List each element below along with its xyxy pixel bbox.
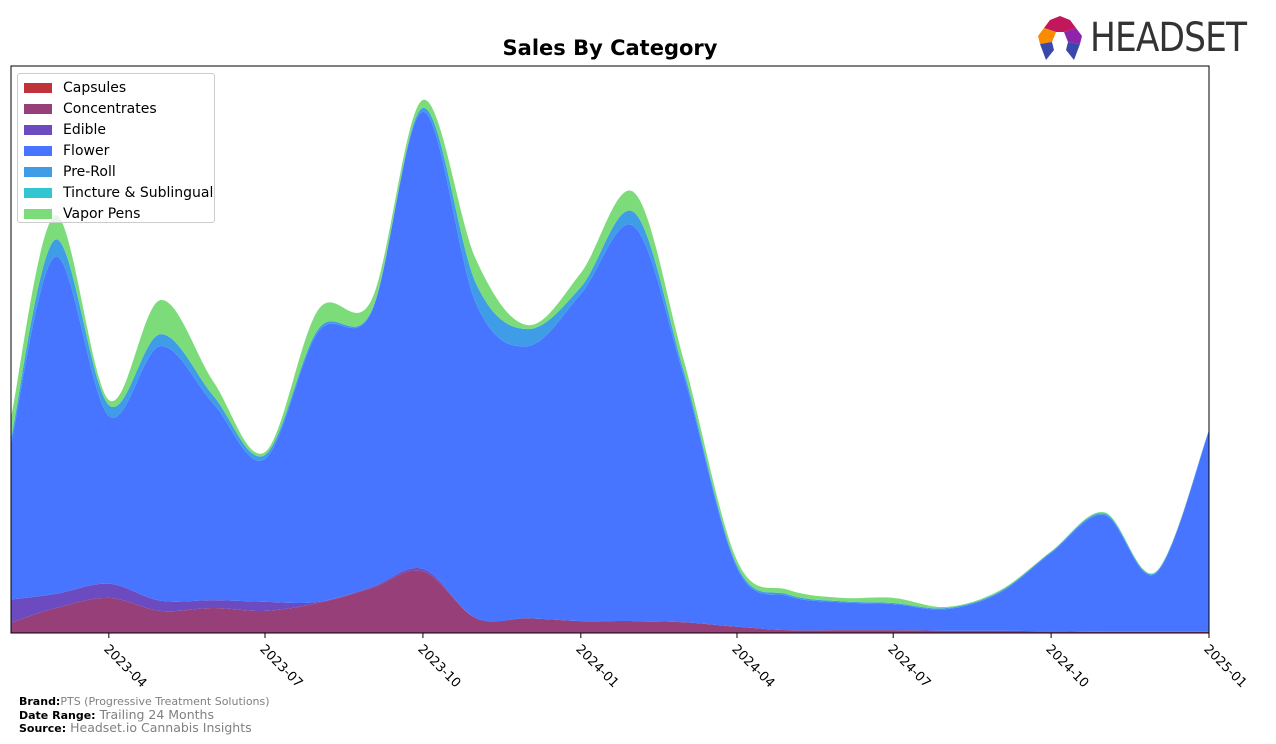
legend-label: Flower [63,142,110,159]
x-axis-ticks [108,633,1210,638]
legend-item: Edible [18,119,214,140]
legend-label: Concentrates [63,100,157,117]
legend-swatch [24,103,52,114]
legend-label: Edible [63,121,107,138]
legend-item: Capsules [18,77,214,98]
legend-item: Tincture & Sublingual [18,182,214,203]
legend-swatch [24,124,52,135]
legend-swatch [24,208,52,219]
legend-label: Tincture & Sublingual [63,184,214,201]
legend-label: Capsules [63,79,127,96]
footer-source-value: Headset.io Cannabis Insights [70,720,252,735]
footer-source: Source: Headset.io Cannabis Insights [19,720,252,735]
legend-label: Pre-Roll [63,163,116,180]
legend-label: Vapor Pens [63,205,141,222]
legend-swatch [24,166,52,177]
legend-swatch [24,145,52,156]
legend-swatch [24,187,52,198]
footer-source-label: Source: [19,722,67,735]
legend-item: Vapor Pens [18,203,214,224]
legend-item: Flower [18,140,214,161]
legend-swatch [24,82,52,93]
legend-item: Concentrates [18,98,214,119]
legend-item: Pre-Roll [18,161,214,182]
chart-legend: Capsules Concentrates Edible Flower Pre-Roll… [17,73,215,223]
